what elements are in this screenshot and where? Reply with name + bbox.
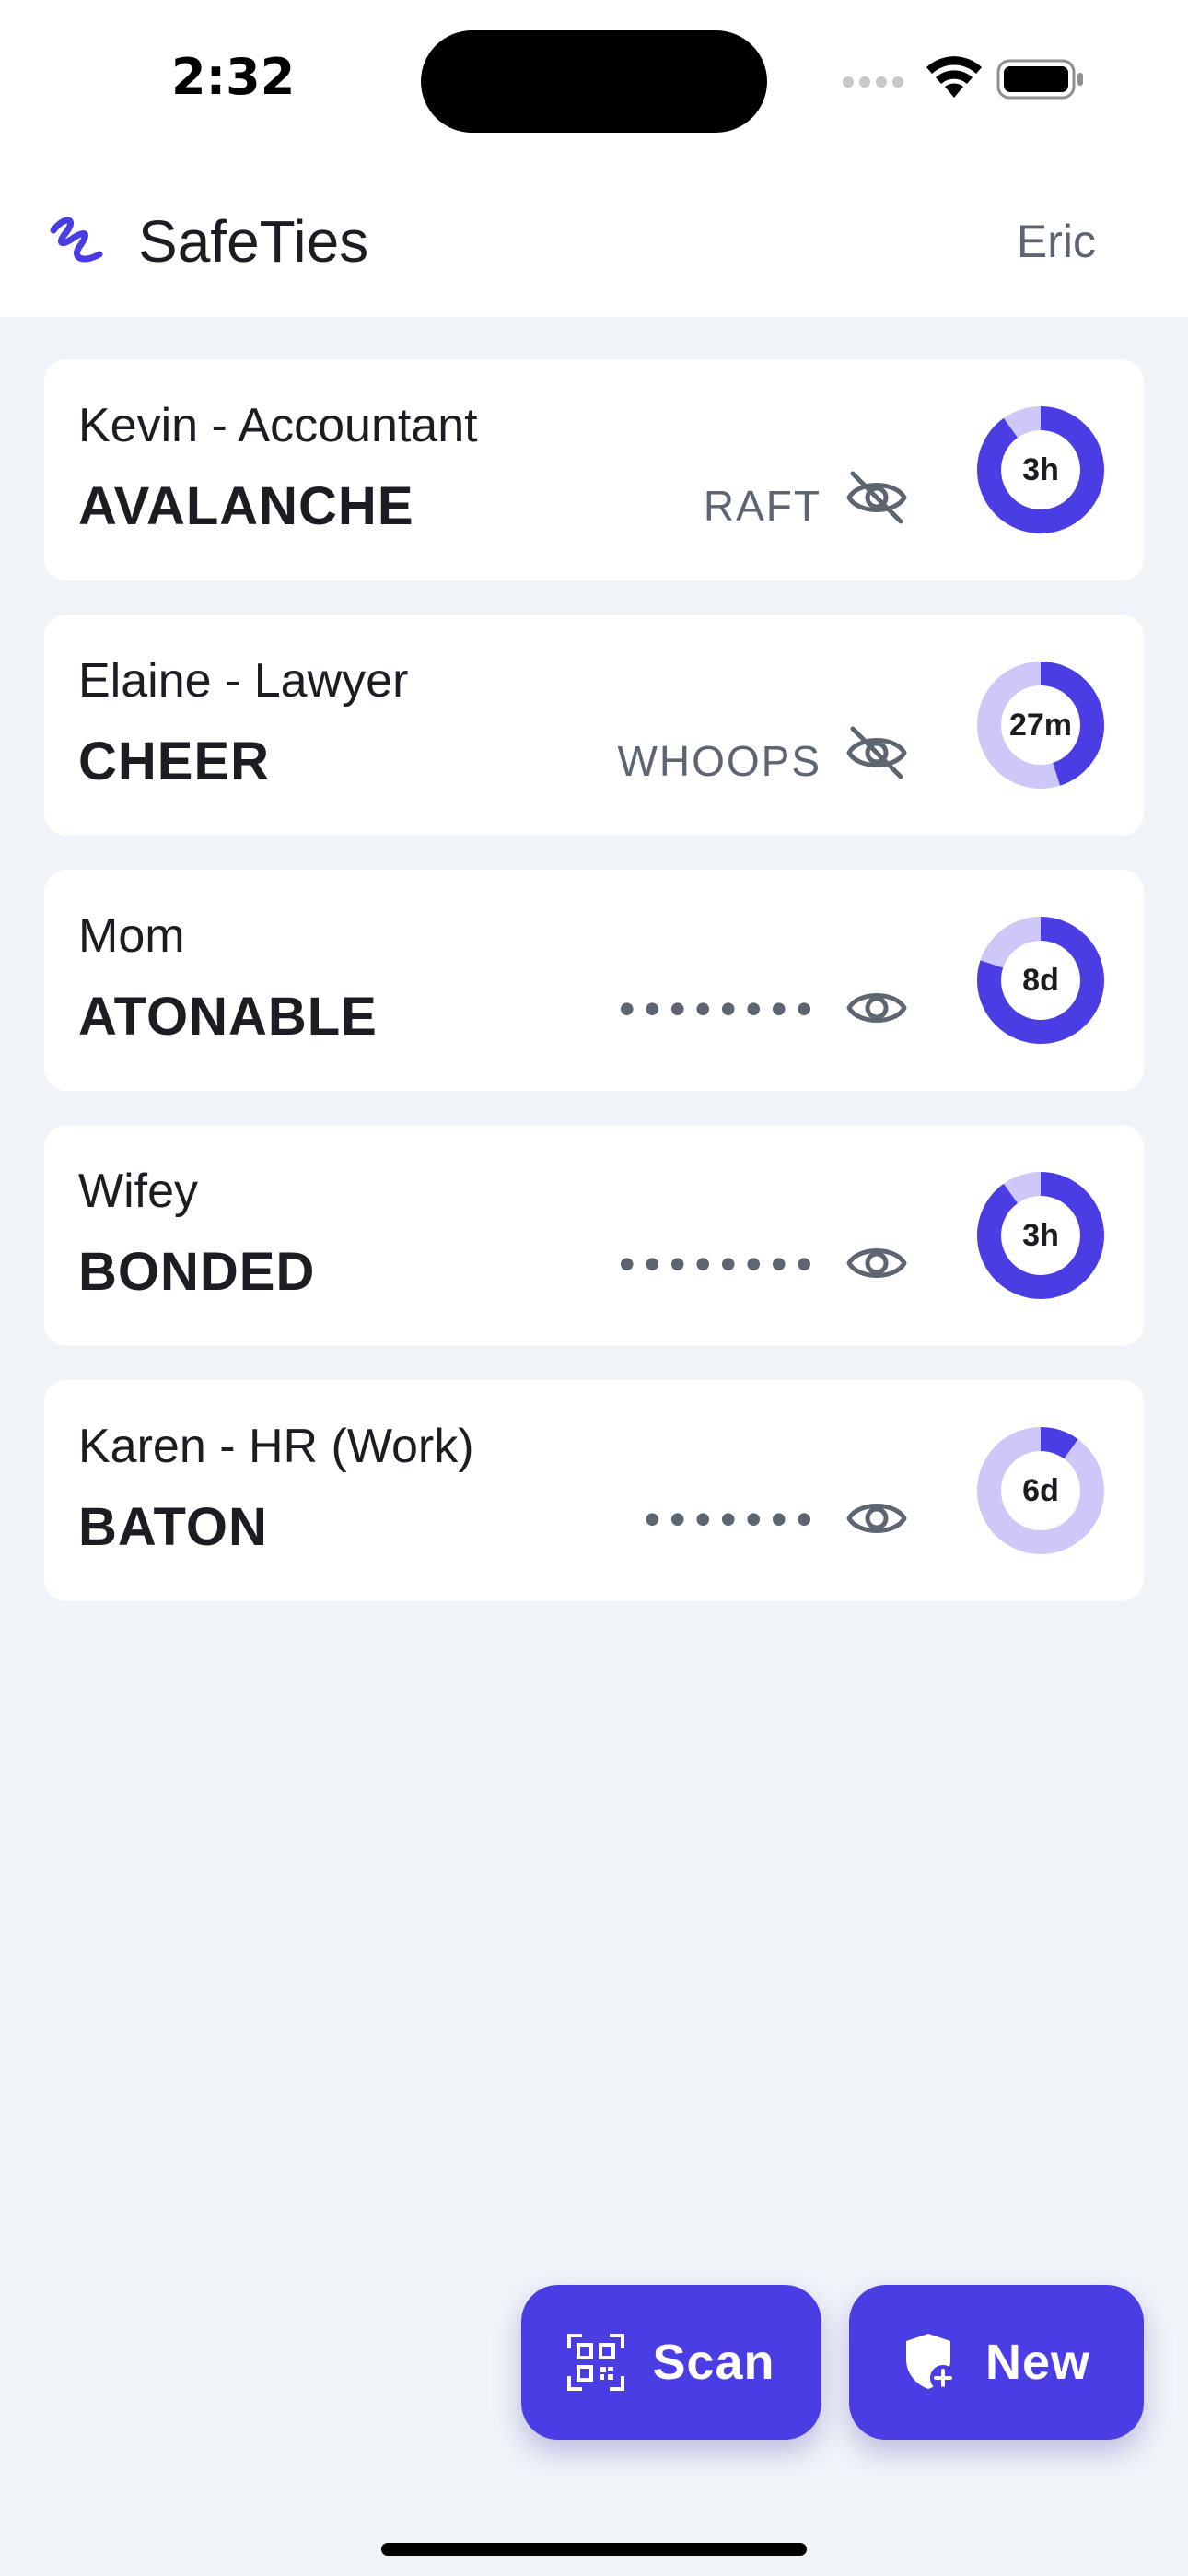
- contact-name: Wifey: [78, 1165, 198, 1218]
- challenge-word: CHEER: [78, 732, 271, 791]
- challenge-word: ATONABLE: [78, 987, 378, 1047]
- timer-label: 3h: [1022, 451, 1059, 487]
- timer-label: 27m: [1008, 707, 1073, 743]
- timer-ring: 3h: [971, 1165, 1111, 1306]
- reveal-response-button[interactable]: [844, 980, 910, 1036]
- eye-icon: [846, 1248, 907, 1278]
- timer-ring: 27m: [971, 655, 1111, 795]
- contact-name: Karen - HR (Work): [78, 1420, 474, 1473]
- timer-ring: 8d: [971, 910, 1111, 1050]
- eye-off-icon: [846, 471, 907, 524]
- new-label: New: [984, 2335, 1091, 2390]
- tie-card[interactable]: Kevin - Accountant AVALANCHE RAFT 3h: [44, 359, 1144, 580]
- challenge-word: BATON: [78, 1497, 268, 1557]
- hidden-response: ••••••••: [618, 983, 821, 1035]
- safeties-logo-icon: [50, 217, 103, 263]
- challenge-word: AVALANCHE: [78, 476, 414, 536]
- shield-plus-icon: [903, 2332, 958, 2393]
- dynamic-island: [421, 30, 767, 133]
- hide-response-button[interactable]: [844, 470, 910, 525]
- status-time: 2:32: [171, 48, 296, 106]
- tie-card[interactable]: Karen - HR (Work) BATON ••••••• 6d: [44, 1380, 1144, 1601]
- hide-response-button[interactable]: [844, 725, 910, 780]
- app-title: SafeTies: [138, 208, 369, 275]
- tie-card[interactable]: Wifey BONDED •••••••• 3h: [44, 1125, 1144, 1346]
- eye-icon: [846, 993, 907, 1023]
- timer-label: 6d: [1022, 1472, 1059, 1508]
- challenge-word: BONDED: [78, 1242, 316, 1302]
- app-header: SafeTies Eric: [0, 166, 1188, 317]
- wifi-icon: [926, 56, 982, 98]
- scan-button[interactable]: Scan: [521, 2285, 821, 2440]
- hidden-response: ••••••••: [618, 1238, 821, 1290]
- timer-label: 3h: [1022, 1217, 1059, 1253]
- scan-label: Scan: [652, 2335, 775, 2390]
- status-icons: [842, 55, 1090, 101]
- reveal-response-button[interactable]: [844, 1235, 910, 1291]
- eye-off-icon: [846, 726, 907, 779]
- contact-name: Kevin - Accountant: [78, 399, 478, 452]
- response-word: RAFT: [703, 482, 821, 530]
- contact-name: Mom: [78, 909, 185, 963]
- eye-icon: [846, 1504, 907, 1533]
- user-name-button[interactable]: Eric: [1017, 215, 1096, 268]
- battery-icon: [996, 59, 1083, 100]
- status-bar: 2:32: [0, 0, 1188, 166]
- tie-card[interactable]: Mom ATONABLE •••••••• 8d: [44, 870, 1144, 1091]
- new-tie-button[interactable]: New: [849, 2285, 1144, 2440]
- timer-ring: 6d: [971, 1421, 1111, 1561]
- contact-name: Elaine - Lawyer: [78, 654, 409, 708]
- cellular-signal-icon: [843, 76, 903, 88]
- response-word: WHOOPS: [617, 737, 821, 785]
- hidden-response: •••••••: [644, 1493, 821, 1545]
- qr-code-icon: [567, 2334, 625, 2391]
- reveal-response-button[interactable]: [844, 1491, 910, 1546]
- timer-label: 8d: [1022, 962, 1059, 998]
- tie-card[interactable]: Elaine - Lawyer CHEER WHOOPS 27m: [44, 615, 1144, 836]
- timer-ring: 3h: [971, 400, 1111, 540]
- home-indicator: [381, 2543, 807, 2556]
